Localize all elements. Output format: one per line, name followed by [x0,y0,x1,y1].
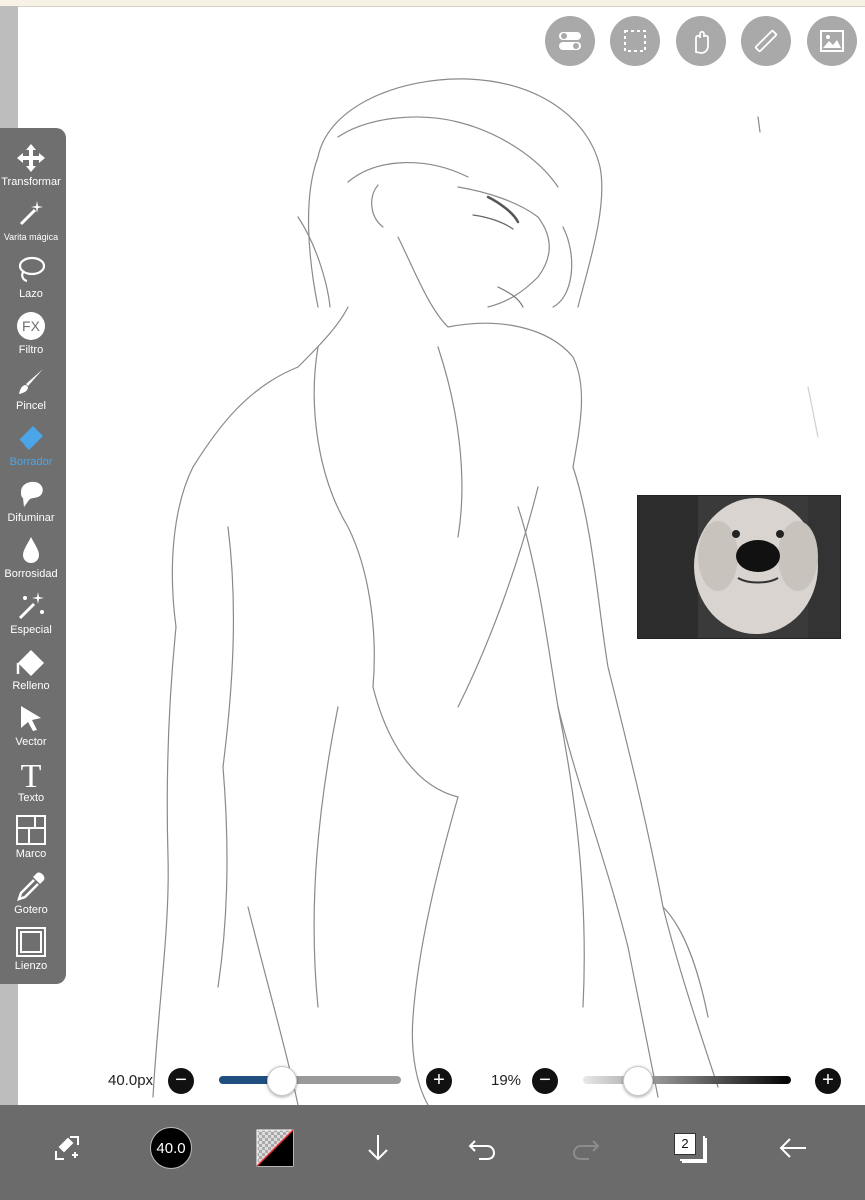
tool-lienzo[interactable]: Lienzo [0,924,62,980]
fx-glyph: FX [22,318,41,334]
opacity-decrease-button[interactable]: − [532,1068,558,1094]
selection-icon [624,30,646,52]
tool-relleno[interactable]: Relleno [0,644,62,700]
frame-icon [16,815,46,845]
save-download-button[interactable] [353,1123,403,1173]
bottom-toolbar: 40.0 2 [0,1105,865,1200]
redo-button[interactable] [561,1123,611,1173]
window-top-strip [0,0,865,7]
blur-drop-icon [23,537,39,563]
fill-bucket-icon [16,650,44,676]
opacity-value: 19% [491,1072,522,1089]
tool-label: Lazo [19,288,43,300]
toggle-icon [559,32,581,50]
reference-image-button[interactable] [807,16,857,66]
tool-label: Filtro [18,344,44,356]
tool-label: Transformar [1,176,61,188]
transform-arrows-icon [55,1136,79,1160]
tool-vector[interactable]: Vector [0,700,62,756]
tool-label: Borrosidad [4,568,58,580]
layers-button[interactable]: 2 [665,1123,715,1173]
ruler-icon [754,29,778,53]
tool-difuminar[interactable]: Difuminar [0,476,62,532]
color-button[interactable] [250,1123,300,1173]
download-arrow-icon [368,1135,388,1161]
tool-pincel[interactable]: Pincel [0,364,62,420]
undo-icon [468,1140,496,1160]
toggle-button[interactable] [545,16,595,66]
tool-borrosidad[interactable]: Borrosidad [0,532,62,588]
sparkle-icon [18,592,44,620]
webcam-overlay [637,495,841,639]
eyedropper-icon [17,872,45,901]
eraser-icon [18,426,43,450]
quick-transform-button[interactable] [42,1123,92,1173]
back-arrow-icon [779,1138,806,1158]
tool-label: Marco [15,848,47,860]
smudge-icon [21,481,43,507]
brush-size-button[interactable]: 40.0 [146,1123,196,1173]
opacity-slider-knob[interactable] [622,1066,653,1096]
tool-gotero[interactable]: Gotero [0,868,62,924]
fx-filter-icon: FX [17,312,45,340]
color-swatch-icon [256,1129,294,1167]
brush-size-value: 40.0px [108,1072,154,1089]
tool-borrador[interactable]: Borrador [0,420,62,476]
tool-label: Relleno [12,680,50,692]
opacity-increase-button[interactable]: + [815,1068,841,1094]
tool-label: Varita mágica [3,232,59,242]
undo-button[interactable] [457,1123,507,1173]
tool-label: Difuminar [7,512,55,524]
dog-photo [638,496,840,638]
move-arrows-icon [17,144,45,172]
tool-palette: Transformar Varita mágica Lazo FX Filtro… [0,128,66,984]
tool-label: Especial [10,624,52,636]
brush-size-disc: 40.0 [150,1127,192,1169]
tool-label: Lienzo [14,960,48,972]
size-slider-track[interactable] [219,1076,401,1084]
tool-transformar[interactable]: Transformar [0,140,62,196]
image-icon [820,30,844,52]
ruler-button[interactable] [741,16,791,66]
layer-count: 2 [674,1133,696,1155]
opacity-slider-track[interactable] [583,1076,791,1084]
selection-button[interactable] [610,16,660,66]
size-increase-button[interactable]: + [426,1068,452,1094]
vector-cursor-icon [21,706,41,731]
gesture-button[interactable] [676,16,726,66]
tool-lazo[interactable]: Lazo [0,252,62,308]
redo-icon [572,1140,600,1160]
tool-label: Gotero [14,904,48,916]
size-slider-knob[interactable] [266,1066,297,1096]
lasso-icon [18,256,46,283]
text-glyph: T [21,758,42,790]
tool-label: Pincel [16,400,46,412]
text-icon: T [21,758,42,790]
brush-icon [19,369,43,394]
tool-label: Borrador [9,456,53,468]
brush-sliders: 40.0px − + 19% − + [0,1062,865,1102]
back-button[interactable] [768,1123,818,1173]
tool-marco[interactable]: Marco [0,812,62,868]
tool-label: Texto [17,792,45,804]
size-decrease-button[interactable]: − [168,1068,194,1094]
tool-filtro[interactable]: FX Filtro [0,308,62,364]
tool-especial[interactable]: Especial [0,588,62,644]
magic-wand-icon [19,201,43,226]
gesture-hand-icon [695,30,709,54]
tool-varita-magica[interactable]: Varita mágica [0,196,62,252]
canvas-icon [16,927,46,957]
tool-label: Vector [15,736,47,748]
tool-texto[interactable]: T Texto [0,756,62,812]
